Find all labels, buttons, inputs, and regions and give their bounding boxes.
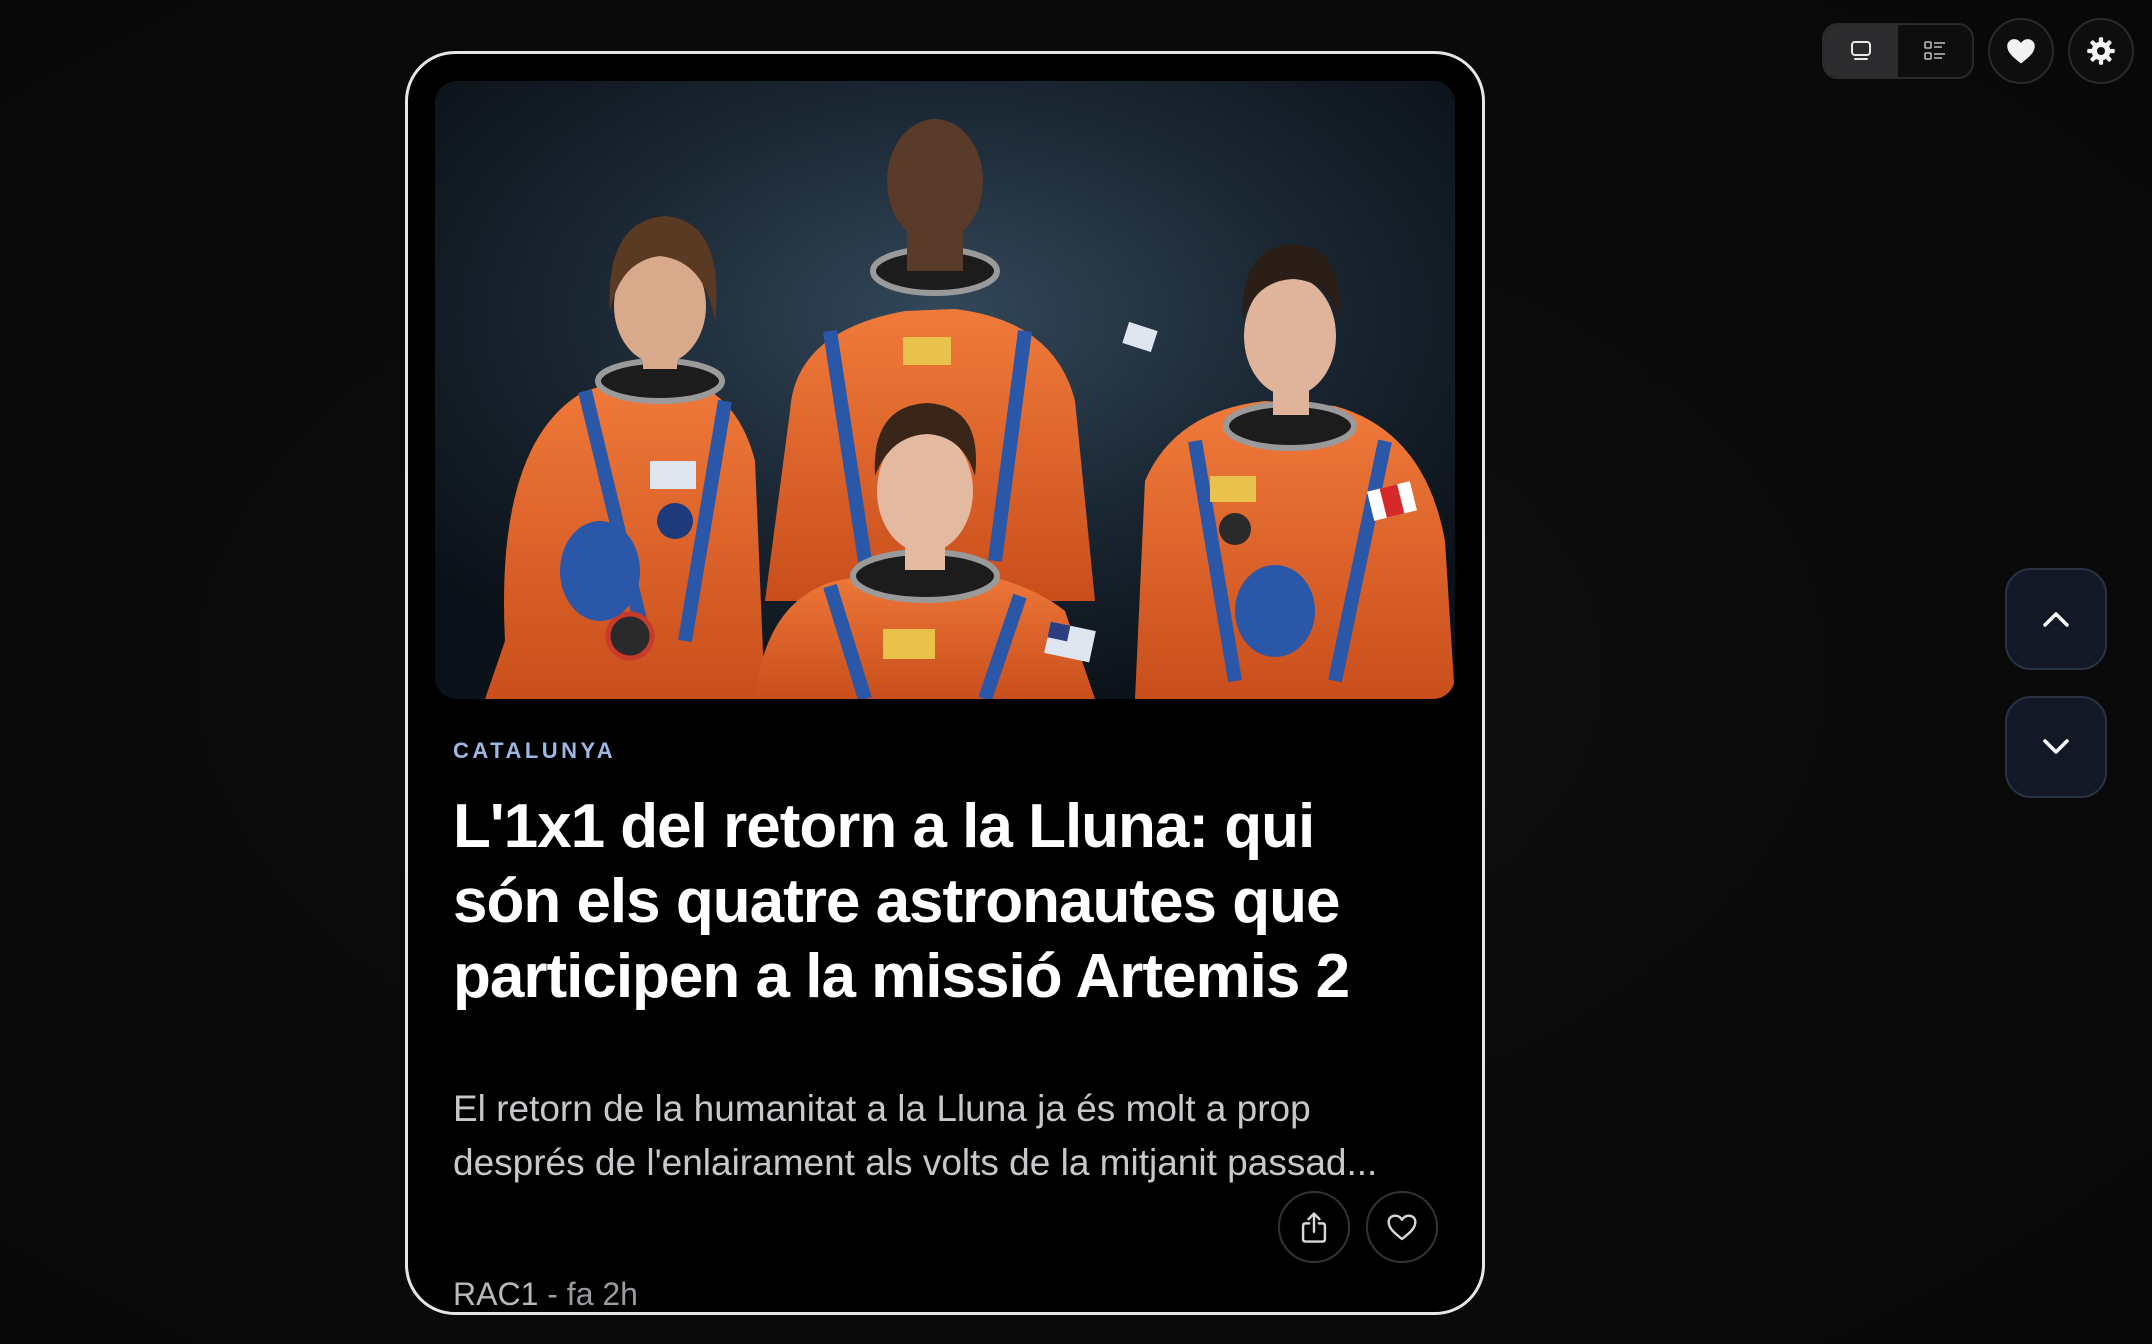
heart-outline-icon — [1387, 1214, 1417, 1241]
article-hero-image — [435, 81, 1455, 699]
article-time: fa 2h — [566, 1276, 638, 1312]
card-view-icon — [1851, 41, 1871, 60]
gear-icon — [2087, 37, 2115, 65]
list-view-icon — [1924, 41, 1945, 60]
card-view-button[interactable] — [1824, 25, 1898, 77]
article-actions — [1278, 1191, 1438, 1263]
next-article-button[interactable] — [2005, 696, 2107, 798]
chevron-up-icon — [2043, 612, 2069, 627]
share-button[interactable] — [1278, 1191, 1350, 1263]
favorites-button[interactable] — [1988, 18, 2054, 84]
list-view-button[interactable] — [1898, 25, 1972, 77]
previous-article-button[interactable] — [2005, 568, 2107, 670]
chevron-down-icon — [2043, 739, 2069, 754]
article-headline[interactable]: L'1x1 del retorn a la Lluna: qui són els… — [453, 789, 1433, 1014]
article-source: RAC1 — [453, 1276, 539, 1312]
astronaut-crew-photo — [435, 81, 1455, 699]
top-toolbar — [1822, 18, 2134, 84]
like-button[interactable] — [1366, 1191, 1438, 1263]
settings-button[interactable] — [2068, 18, 2134, 84]
view-mode-toggle — [1822, 23, 1974, 79]
meta-separator: - — [538, 1276, 567, 1312]
article-meta: RAC1 - fa 2h — [453, 1276, 638, 1312]
heart-filled-icon — [2007, 39, 2035, 64]
article-summary: El retorn de la humanitat a la Lluna ja … — [453, 1088, 1378, 1183]
article-category[interactable]: CATALUNYA — [453, 738, 616, 764]
article-card[interactable]: CATALUNYA L'1x1 del retorn a la Lluna: q… — [405, 51, 1485, 1315]
share-icon — [1301, 1212, 1327, 1243]
